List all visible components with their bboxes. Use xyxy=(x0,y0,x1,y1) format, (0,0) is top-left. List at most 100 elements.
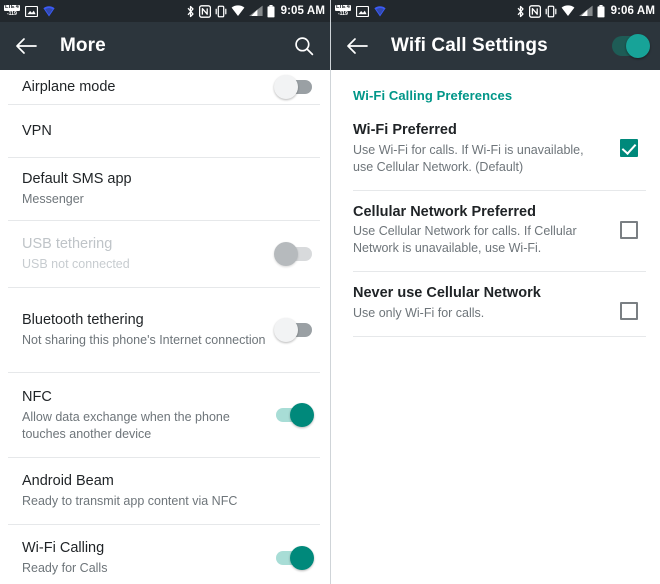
section-header-wifi-calling-preferences: Wi-Fi Calling Preferences xyxy=(353,88,513,103)
list-item-wifi-calling[interactable]: Wi-Fi Calling Ready for Calls xyxy=(0,525,330,584)
list-item-usb-tethering: USB tethering USB not connected xyxy=(0,221,330,287)
row-title: Android Beam xyxy=(22,473,114,490)
row-subtitle: Use Cellular Network for calls. If Cellu… xyxy=(353,224,577,256)
toggle-thumb xyxy=(290,403,314,427)
wifi-calling-preferences-list: Wi-Fi Calling Preferences Wi-Fi Preferre… xyxy=(331,70,660,337)
row-title: Airplane mode xyxy=(22,78,116,95)
toggle-thumb xyxy=(274,318,298,342)
usb-tethering-toggle xyxy=(274,242,312,266)
nfc-icon xyxy=(198,4,211,18)
lte-label: LTE 4 xyxy=(335,4,351,11)
row-texts: Wi-Fi Preferred Use Wi-Fi for calls. If … xyxy=(353,121,620,176)
row-title: Wi-Fi Preferred xyxy=(353,122,457,138)
image-icon xyxy=(24,5,38,17)
never-use-cellular-network-checkbox[interactable] xyxy=(620,302,638,321)
page-title: More xyxy=(60,35,106,56)
row-title: Wi-Fi Calling xyxy=(22,540,105,557)
row-subtitle: Allow data exchange when the phone touch… xyxy=(22,409,230,441)
nfc-icon xyxy=(528,4,541,18)
back-arrow-icon[interactable] xyxy=(12,32,40,60)
list-item-android-beam[interactable]: Android Beam Ready to transmit app conte… xyxy=(0,458,330,524)
status-bar-right-icons: 9:06 AM xyxy=(516,4,655,18)
toggle-thumb xyxy=(290,546,314,570)
list-item-bluetooth-tethering[interactable]: Bluetooth tethering Not sharing this pho… xyxy=(0,288,330,372)
row-texts: Bluetooth tethering Not sharing this pho… xyxy=(22,311,276,349)
wifi-calling-toggle[interactable] xyxy=(276,546,314,570)
row-title: Never use Cellular Network xyxy=(353,285,541,302)
row-texts: Never use Cellular Network Use only Wi-F… xyxy=(353,284,620,322)
list-item-default-sms-app[interactable]: Default SMS app Messenger xyxy=(0,158,330,220)
bluetooth-tethering-toggle[interactable] xyxy=(274,318,312,342)
search-icon[interactable] xyxy=(290,32,318,60)
list-item-vpn[interactable]: VPN xyxy=(0,105,330,157)
row-title: VPN xyxy=(22,122,52,139)
image-icon xyxy=(355,5,369,17)
left-phone-screen: LTE 4 -119 9:05 AM More Airplane mode VP… xyxy=(0,0,330,584)
row-subtitle: Messenger xyxy=(22,192,84,207)
status-bar-clock: 9:06 AM xyxy=(610,5,655,17)
row-texts: Default SMS app Messenger xyxy=(22,170,316,208)
row-texts: Android Beam Ready to transmit app conte… xyxy=(22,472,316,510)
row-texts: Wi-Fi Calling Ready for Calls xyxy=(22,539,276,577)
cellular-network-preferred-checkbox[interactable] xyxy=(620,220,638,239)
toggle-thumb xyxy=(626,34,650,58)
blue-wifi-triangle-icon xyxy=(373,5,386,17)
back-arrow-icon[interactable] xyxy=(343,32,371,60)
option-never-use-cellular-network[interactable]: Never use Cellular Network Use only Wi-F… xyxy=(331,272,660,336)
option-wifi-preferred[interactable]: Wi-Fi Preferred Use Wi-Fi for calls. If … xyxy=(331,109,660,190)
row-texts: Airplane mode xyxy=(22,78,276,96)
right-toolbar: Wifi Call Settings xyxy=(331,22,660,70)
battery-icon xyxy=(267,4,275,18)
row-subtitle: USB not connected xyxy=(22,257,130,272)
bluetooth-icon xyxy=(186,5,195,18)
row-title: Cellular Network Preferred xyxy=(353,203,536,220)
row-texts: Cellular Network Preferred Use Cellular … xyxy=(353,203,620,258)
vibrate-icon xyxy=(215,5,227,18)
lte-signal-indicator: LTE 4 -119 xyxy=(4,4,20,17)
battery-icon xyxy=(597,4,605,18)
wifi-calling-master-toggle[interactable] xyxy=(612,34,650,58)
row-title: NFC xyxy=(22,388,52,405)
lte-value: -119 xyxy=(337,10,348,17)
wifi-icon xyxy=(231,5,245,17)
row-texts: USB tethering USB not connected xyxy=(22,235,276,273)
status-bar-clock: 9:05 AM xyxy=(280,5,325,17)
row-subtitle: Ready for Calls xyxy=(22,561,108,576)
toggle-thumb xyxy=(274,75,298,99)
dual-screenshot-container: LTE 4 -119 9:05 AM More Airplane mode VP… xyxy=(0,0,660,584)
wifi-preferred-checkbox[interactable] xyxy=(620,139,638,157)
right-phone-screen: LTE 4 -119 9:06 AM Wifi Call Settings Wi… xyxy=(330,0,660,584)
wifi-icon xyxy=(561,5,575,17)
settings-list: Airplane mode VPN Default SMS app Messen… xyxy=(0,70,330,584)
vibrate-icon xyxy=(545,5,557,18)
row-texts: VPN xyxy=(22,122,316,140)
option-cellular-network-preferred[interactable]: Cellular Network Preferred Use Cellular … xyxy=(331,191,660,272)
page-title: Wifi Call Settings xyxy=(391,35,548,56)
row-title: Default SMS app xyxy=(22,171,132,188)
row-texts: NFC Allow data exchange when the phone t… xyxy=(22,388,276,442)
status-bar-left-icons: LTE 4 -119 xyxy=(335,4,386,17)
bluetooth-icon xyxy=(516,5,525,18)
lte-value: -119 xyxy=(6,10,17,17)
signal-icon xyxy=(248,5,263,17)
signal-icon xyxy=(578,5,593,17)
status-bar-left-icons: LTE 4 -119 xyxy=(4,4,55,17)
right-status-bar: LTE 4 -119 9:06 AM xyxy=(331,0,660,22)
lte-label: LTE 4 xyxy=(4,4,20,11)
nfc-toggle[interactable] xyxy=(276,403,314,427)
status-bar-right-icons: 9:05 AM xyxy=(186,4,325,18)
blue-wifi-triangle-icon xyxy=(42,5,55,17)
toggle-thumb xyxy=(274,242,298,266)
list-item-airplane-mode[interactable]: Airplane mode xyxy=(0,70,330,104)
list-item-nfc[interactable]: NFC Allow data exchange when the phone t… xyxy=(0,373,330,457)
airplane-mode-toggle[interactable] xyxy=(274,75,312,99)
left-status-bar: LTE 4 -119 9:05 AM xyxy=(0,0,330,22)
row-title: Bluetooth tethering xyxy=(22,312,144,329)
list-divider xyxy=(353,335,646,337)
row-subtitle: Not sharing this phone's Internet connec… xyxy=(22,333,266,348)
left-toolbar: More xyxy=(0,22,330,70)
row-subtitle: Use only Wi-Fi for calls. xyxy=(353,306,485,321)
row-title: USB tethering xyxy=(22,236,113,253)
lte-signal-indicator: LTE 4 -119 xyxy=(335,4,351,17)
row-subtitle: Ready to transmit app content via NFC xyxy=(22,494,238,509)
